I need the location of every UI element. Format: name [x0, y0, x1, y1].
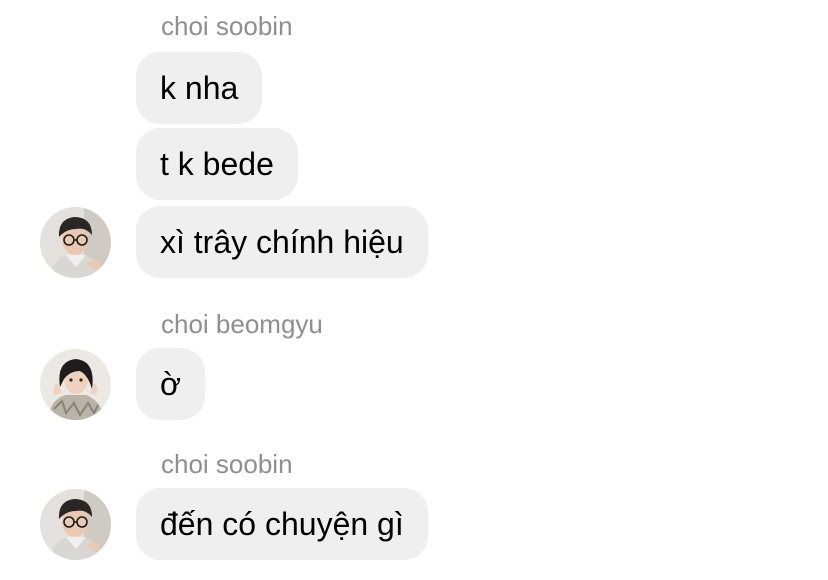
message-bubble[interactable]: t k bede — [136, 128, 298, 200]
avatar-beomgyu[interactable] — [40, 349, 111, 420]
message-bubble[interactable]: k nha — [136, 52, 263, 124]
avatar-soobin[interactable] — [40, 489, 111, 560]
message-bubble[interactable]: xì trây chính hiệu — [136, 206, 428, 278]
avatar-soobin[interactable] — [40, 207, 111, 278]
sender-name: choi soobin — [161, 449, 293, 479]
profile-photo-icon — [40, 349, 111, 420]
message-bubble[interactable]: đến có chuyện gì — [136, 488, 428, 560]
sender-name: choi beomgyu — [161, 309, 323, 339]
message-bubble[interactable]: ờ — [136, 348, 205, 420]
profile-photo-icon — [40, 207, 111, 278]
sender-name: choi soobin — [161, 11, 293, 41]
profile-photo-icon — [40, 489, 111, 560]
